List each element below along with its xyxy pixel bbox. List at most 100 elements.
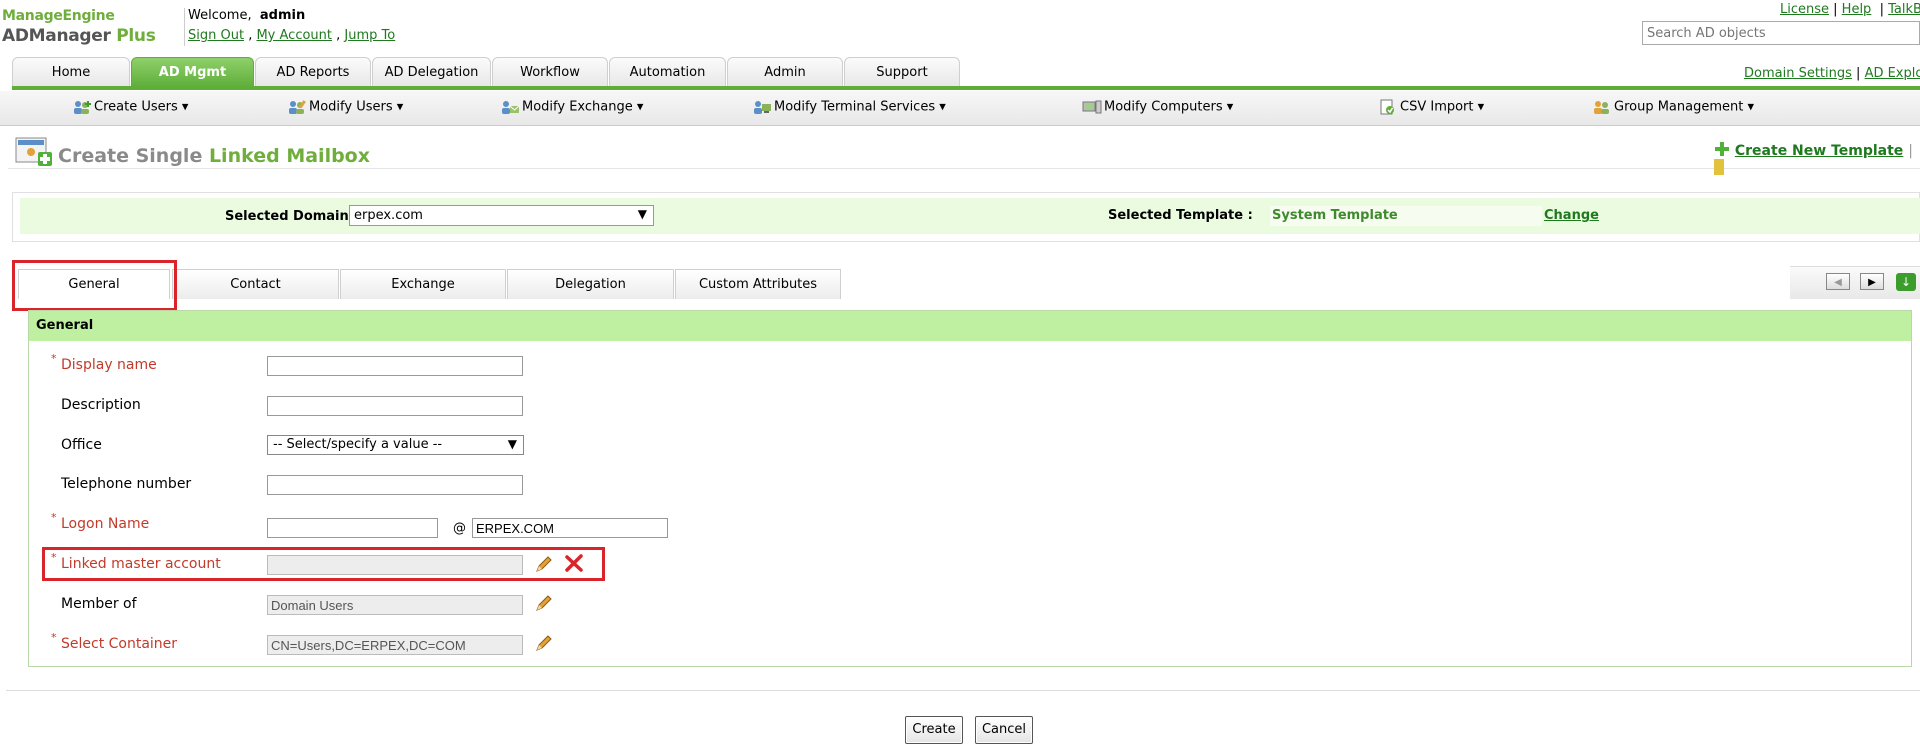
selected-domain-label: Selected Domain: xyxy=(225,209,354,224)
display-name-input[interactable] xyxy=(267,356,523,376)
group-icon xyxy=(1594,101,1609,114)
logon-domain-input[interactable] xyxy=(472,518,668,538)
submenu-label: CSV Import ▾ xyxy=(1400,99,1485,115)
logon-name-label: * Logon Name xyxy=(51,511,150,532)
select-container-text: Select Container xyxy=(61,636,178,652)
search-ad-objects-input[interactable] xyxy=(1642,21,1920,45)
page-title-prefix: Create Single xyxy=(58,145,203,167)
csv-import-icon xyxy=(1380,99,1394,115)
create-new-template[interactable]: Create New Template | xyxy=(1714,141,1920,176)
jump-to-link[interactable]: Jump To xyxy=(344,28,395,43)
users-add-icon xyxy=(74,101,91,114)
highlight-box-general-tab xyxy=(12,260,177,311)
form-bottom-divider xyxy=(6,690,1920,691)
scroll-left-button[interactable]: ◀ xyxy=(1826,273,1850,290)
tab-home[interactable]: Home xyxy=(12,57,130,87)
users-edit-icon xyxy=(289,100,306,114)
logo-admanager: ADManager Plus xyxy=(2,26,156,46)
tab-admin[interactable]: Admin xyxy=(727,57,843,87)
title-divider xyxy=(8,168,1920,169)
submenu-modify-computers[interactable]: Modify Computers ▾ xyxy=(1082,99,1233,115)
highlight-box-linked-master-account xyxy=(42,547,605,581)
pencil-icon[interactable] xyxy=(534,593,554,613)
general-section-header xyxy=(29,311,1911,341)
selected-template-value: System Template xyxy=(1270,206,1542,226)
top-right-links: License | Help | TalkB xyxy=(1780,2,1920,17)
submenu-group-management[interactable]: Group Management ▾ xyxy=(1592,99,1754,115)
page-title: Create Single Linked Mailbox xyxy=(58,145,370,167)
tab-ad-mgmt[interactable]: AD Mgmt xyxy=(131,57,254,87)
create-new-template-link[interactable]: Create New Template xyxy=(1735,143,1903,159)
tab-support[interactable]: Support xyxy=(844,57,960,87)
selected-domain-value: erpex.com xyxy=(354,208,423,223)
change-template-link[interactable]: Change xyxy=(1544,208,1599,223)
member-of-input[interactable] xyxy=(267,595,523,615)
required-mark: * xyxy=(51,631,57,644)
tab-contact[interactable]: Contact xyxy=(172,269,339,299)
logo-plus: Plus xyxy=(116,26,156,46)
ad-explorer-link[interactable]: AD Explo xyxy=(1865,66,1920,81)
header-divider xyxy=(184,8,185,46)
tab-exchange[interactable]: Exchange xyxy=(340,269,506,299)
download-icon[interactable]: ↓ xyxy=(1896,273,1916,291)
required-mark: * xyxy=(51,511,57,524)
select-container-label: * Select Container xyxy=(51,631,178,652)
sign-out-link[interactable]: Sign Out xyxy=(188,28,244,43)
description-label: Description xyxy=(61,397,141,413)
office-label: Office xyxy=(61,437,102,453)
tab-automation[interactable]: Automation xyxy=(609,57,726,87)
logon-name-input[interactable] xyxy=(267,518,438,538)
submenu-label: Group Management ▾ xyxy=(1614,99,1755,115)
submenu-label: Modify Exchange ▾ xyxy=(522,99,644,115)
tab-custom-attributes[interactable]: Custom Attributes xyxy=(675,269,841,299)
talk-back-link[interactable]: TalkB xyxy=(1888,2,1920,17)
license-link[interactable]: License xyxy=(1780,2,1829,17)
domain-links: Domain Settings | AD Explo xyxy=(1744,66,1920,81)
pencil-icon[interactable] xyxy=(534,633,554,653)
help-link[interactable]: Help xyxy=(1842,2,1872,17)
logo-manageengine: ManageEngine xyxy=(2,8,115,24)
welcome-text: Welcome, admin xyxy=(188,8,305,23)
office-select[interactable]: -- Select/specify a value -- ▼ xyxy=(267,435,524,455)
scroll-right-button[interactable]: ▶ xyxy=(1860,273,1884,290)
select-container-input[interactable] xyxy=(267,635,523,655)
my-account-link[interactable]: My Account xyxy=(256,28,332,43)
submenu-modify-terminal-services[interactable]: Modify Terminal Services ▾ xyxy=(752,99,946,115)
tab-underline-bar xyxy=(12,86,1920,90)
submenu-create-users[interactable]: Create Users ▾ xyxy=(72,99,188,115)
telephone-number-label: Telephone number xyxy=(61,476,192,492)
telephone-number-input[interactable] xyxy=(267,475,523,495)
username: admin xyxy=(259,8,306,23)
general-section-title: General xyxy=(36,318,94,333)
member-of-label: Member of xyxy=(61,596,137,612)
submenu-modify-exchange[interactable]: Modify Exchange ▾ xyxy=(500,99,643,115)
plus-icon xyxy=(1715,142,1729,156)
submenu-label: Modify Users ▾ xyxy=(309,99,404,115)
selected-domain-select[interactable]: erpex.com ▼ xyxy=(349,205,654,226)
description-input[interactable] xyxy=(267,396,523,416)
exchange-icon xyxy=(502,101,520,114)
cancel-button[interactable]: Cancel xyxy=(975,716,1033,744)
user-links: Sign Out , My Account , Jump To xyxy=(188,28,396,43)
terminal-services-icon xyxy=(754,101,771,114)
required-mark: * xyxy=(51,352,57,365)
welcome-prefix: Welcome, xyxy=(188,8,252,23)
submenu-label: Modify Terminal Services ▾ xyxy=(774,99,946,115)
submenu-modify-users[interactable]: Modify Users ▾ xyxy=(287,99,403,115)
computer-icon xyxy=(1082,100,1102,114)
dropdown-arrow-icon: ▼ xyxy=(507,437,517,451)
display-name-text: Display name xyxy=(61,357,157,373)
tab-delegation[interactable]: Delegation xyxy=(507,269,674,299)
tab-ad-delegation[interactable]: AD Delegation xyxy=(372,57,491,87)
create-button[interactable]: Create xyxy=(905,716,963,744)
submenu-csv-import[interactable]: CSV Import ▾ xyxy=(1378,99,1484,115)
selected-template-label: Selected Template : xyxy=(1108,208,1253,223)
tab-workflow[interactable]: Workflow xyxy=(492,57,608,87)
tab-ad-reports[interactable]: AD Reports xyxy=(255,57,371,87)
note-icon[interactable] xyxy=(1714,159,1724,175)
display-name-label: * Display name xyxy=(51,352,157,373)
logon-name-text: Logon Name xyxy=(61,516,150,532)
domain-settings-link[interactable]: Domain Settings xyxy=(1744,66,1852,81)
logo-product-name: ADManager xyxy=(2,26,111,46)
create-mailbox-icon xyxy=(15,137,52,166)
